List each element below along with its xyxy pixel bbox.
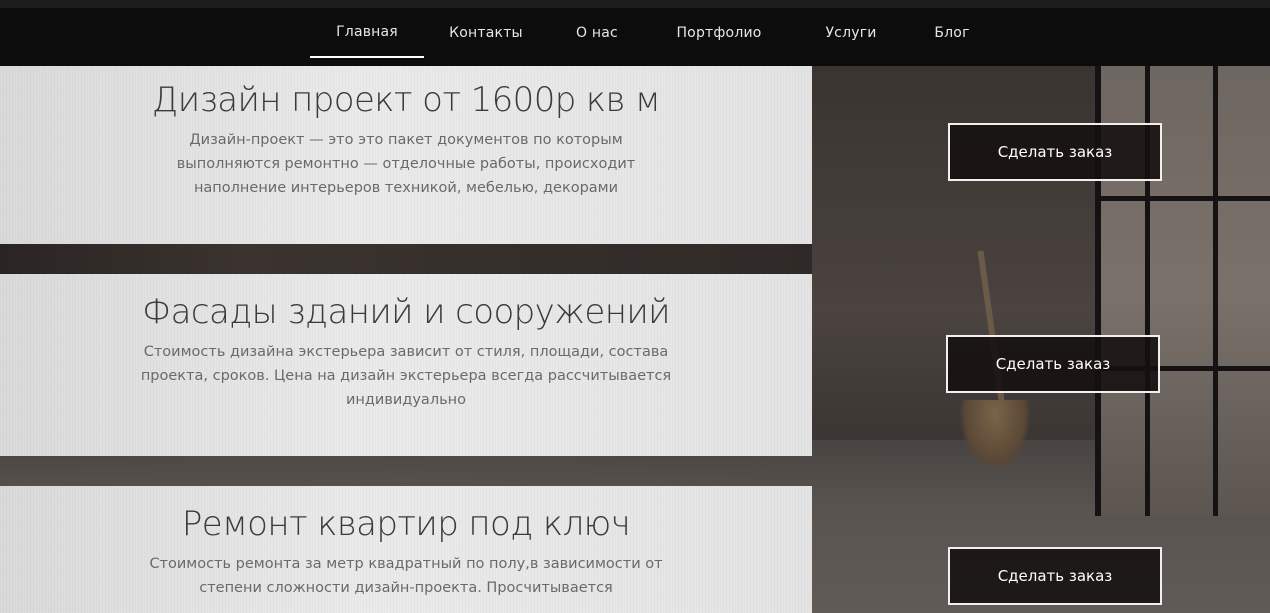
nav-item-portfolio[interactable]: Портфолио <box>646 8 792 58</box>
order-button[interactable]: Сделать заказ <box>946 335 1160 393</box>
nav-menu: Главная Контакты О нас Портфолио Услуги … <box>310 8 994 66</box>
service-title: Фасады зданий и сооружений <box>142 292 671 332</box>
service-description: Стоимость ремонта за метр квадратный по … <box>149 556 663 596</box>
nav-item-contacts[interactable]: Контакты <box>424 8 548 58</box>
background-strip <box>0 244 812 274</box>
order-button[interactable]: Сделать заказ <box>948 123 1162 181</box>
nav-item-services[interactable]: Услуги <box>792 8 910 58</box>
background-broom-head <box>960 400 1030 470</box>
page: Главная Контакты О нас Портфолио Услуги … <box>0 0 1270 613</box>
service-card-renovation: Ремонт квартир под ключ Стоимость ремонт… <box>0 486 812 613</box>
nav-item-blog[interactable]: Блог <box>910 8 994 58</box>
nav-item-about[interactable]: О нас <box>548 8 646 58</box>
service-title: Ремонт квартир под ключ <box>181 504 631 544</box>
top-navigation: Главная Контакты О нас Портфолио Услуги … <box>0 0 1270 66</box>
service-card-design: Дизайн проект от 1600р кв м Дизайн-проек… <box>0 66 812 244</box>
order-button[interactable]: Сделать заказ <box>948 547 1162 605</box>
service-card-facades: Фасады зданий и сооружений Стоимость диз… <box>0 274 812 456</box>
nav-item-home[interactable]: Главная <box>310 8 424 58</box>
service-title: Дизайн проект от 1600р кв м <box>151 80 661 120</box>
service-description: Стоимость дизайна экстерьера зависит от … <box>140 344 672 408</box>
service-description: Дизайн-проект — это это пакет документов… <box>176 132 636 196</box>
